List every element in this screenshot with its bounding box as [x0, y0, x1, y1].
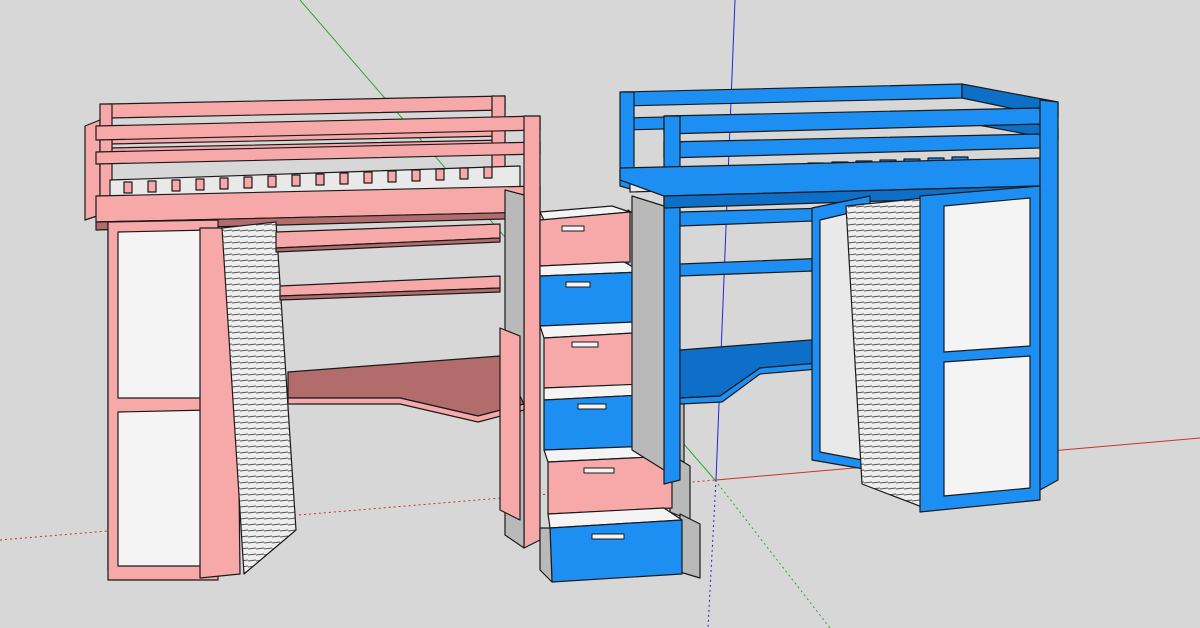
green-axis-dotted — [714, 479, 831, 628]
blue-loft-bed[interactable] — [619, 83, 1059, 513]
blue-axis — [715, 0, 736, 481]
stair-drawer-6 — [549, 519, 683, 583]
stair-drawer-1 — [539, 211, 631, 267]
sketchup-viewport[interactable] — [0, 0, 1200, 628]
blue-axis-dotted — [707, 479, 717, 628]
scene-canvas[interactable] — [0, 0, 1200, 628]
stair-drawer-5 — [547, 455, 673, 515]
pink-loft-bed[interactable] — [84, 95, 541, 581]
stair-drawer-2 — [539, 271, 643, 327]
